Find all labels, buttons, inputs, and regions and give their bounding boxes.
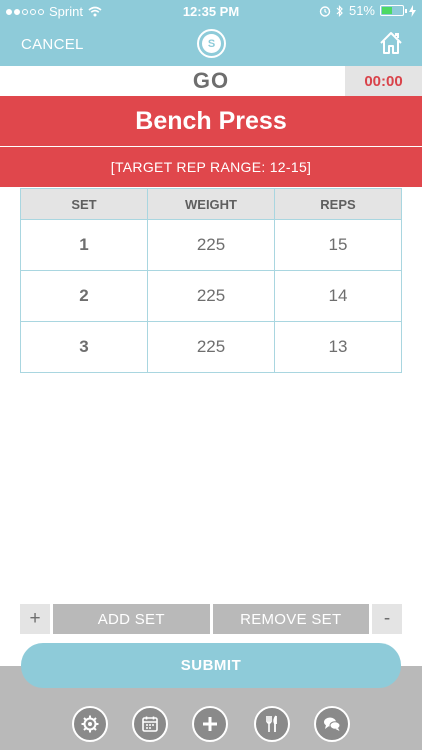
minus-button[interactable]: -	[372, 604, 402, 634]
table-row: 3 225 13	[20, 321, 402, 373]
alarm-icon	[319, 5, 331, 17]
chat-icon	[324, 717, 341, 731]
calendar-icon	[142, 716, 158, 732]
calendar-tab[interactable]	[132, 706, 168, 742]
table-row: 1 225 15	[20, 219, 402, 271]
reps-cell[interactable]: 14	[274, 270, 402, 322]
add-tab[interactable]	[192, 706, 228, 742]
nav-bar: CANCEL S	[0, 22, 422, 66]
table-header-row: SET WEIGHT REPS	[20, 188, 402, 220]
workout-timer: 00:00	[345, 66, 422, 96]
settings-tab[interactable]	[72, 706, 108, 742]
weight-cell[interactable]: 225	[147, 321, 275, 373]
status-bar: Sprint 12:35 PM 51%	[0, 0, 422, 22]
battery-icon	[380, 5, 407, 16]
target-rep-range: [TARGET REP RANGE: 12-15]	[0, 147, 422, 187]
nutrition-tab[interactable]	[254, 706, 290, 742]
remove-set-button[interactable]: REMOVE SET	[212, 604, 369, 634]
home-icon[interactable]	[378, 30, 404, 56]
go-row: GO 00:00	[0, 66, 422, 96]
table-row: 2 225 14	[20, 270, 402, 322]
header-weight: WEIGHT	[147, 188, 275, 220]
plus-button[interactable]: +	[20, 604, 50, 634]
header-reps: REPS	[274, 188, 402, 220]
status-right: 51%	[319, 3, 416, 18]
set-number: 1	[20, 219, 148, 271]
charging-icon	[409, 4, 416, 17]
weight-cell[interactable]: 225	[147, 270, 275, 322]
sets-table: SET WEIGHT REPS 1 225 15 2 225 14 3 225 …	[20, 188, 402, 373]
app-logo: S	[197, 29, 226, 58]
exercise-title: Bench Press	[0, 96, 422, 146]
reps-cell[interactable]: 15	[274, 219, 402, 271]
battery-label: 51%	[348, 3, 375, 18]
utensils-icon	[266, 715, 277, 732]
logo-letter: S	[202, 34, 221, 53]
bluetooth-icon	[336, 4, 343, 17]
messages-tab[interactable]	[314, 706, 350, 742]
set-number: 3	[20, 321, 148, 373]
submit-button[interactable]: SUBMIT	[21, 643, 401, 688]
plus-icon	[203, 717, 217, 731]
set-number: 2	[20, 270, 148, 322]
header-set: SET	[20, 188, 148, 220]
add-set-button[interactable]: ADD SET	[53, 604, 210, 634]
weight-cell[interactable]: 225	[147, 219, 275, 271]
reps-cell[interactable]: 13	[274, 321, 402, 373]
set-controls: + ADD SET REMOVE SET -	[20, 604, 402, 634]
gear-icon	[81, 715, 99, 733]
cancel-button[interactable]: CANCEL	[21, 36, 84, 53]
